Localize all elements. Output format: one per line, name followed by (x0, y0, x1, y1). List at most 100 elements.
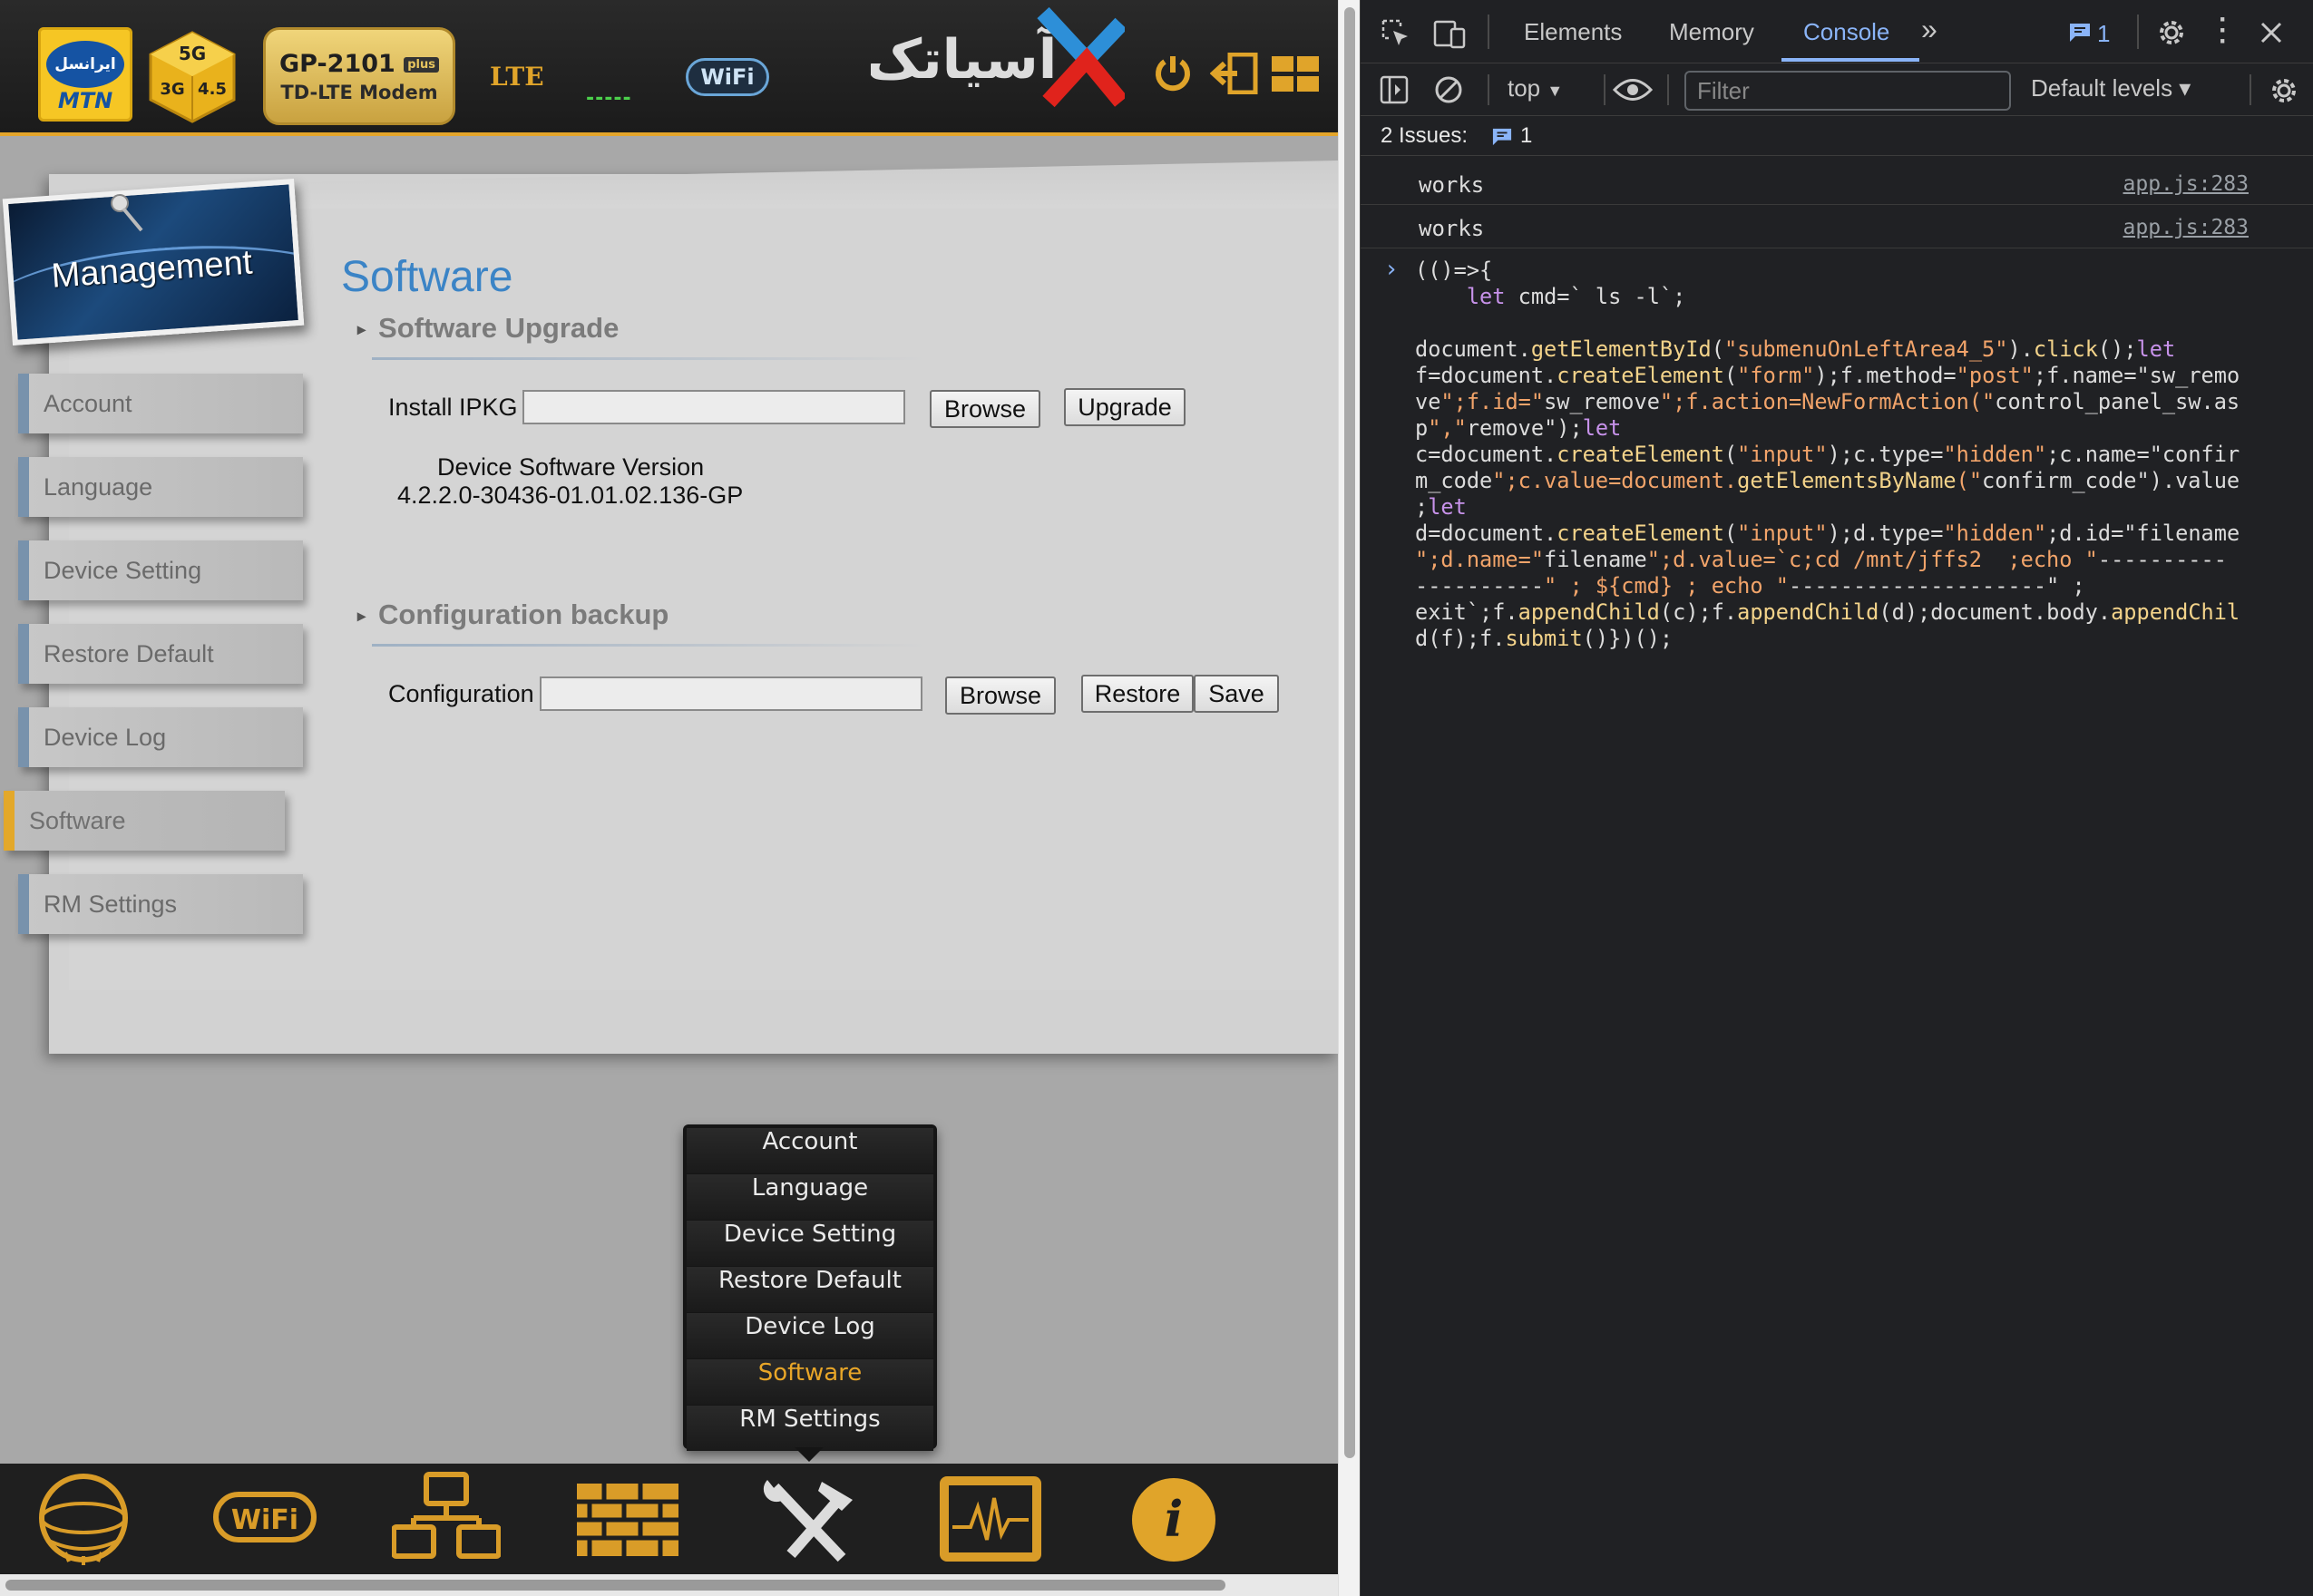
ipkg-browse-button[interactable]: Browse (930, 390, 1040, 428)
configuration-label: Configuration (388, 680, 534, 707)
submenu-item-rm-settings[interactable]: RM Settings (687, 1406, 933, 1451)
management-submenu: Account Language Device Setting Restore … (683, 1124, 937, 1451)
sidebar-item-device-setting[interactable]: Device Setting (18, 540, 303, 600)
horizontal-scroll-thumb[interactable] (5, 1580, 1225, 1591)
console-filter-input[interactable]: Filter (1684, 71, 2011, 111)
more-tabs-button[interactable]: » (1921, 13, 1937, 46)
issues-badge-count[interactable]: 1 (2097, 20, 2110, 48)
info-icon[interactable]: i (1117, 1471, 1226, 1567)
device-toolbar-icon[interactable] (1433, 18, 1466, 49)
configuration-backup-title: Configuration backup (378, 598, 669, 630)
log-source-link[interactable]: app.js:283 (2123, 172, 2249, 196)
log-message: works (1419, 172, 1485, 198)
code-line: p","remove");let (1415, 415, 1622, 441)
submenu-item-software[interactable]: Software (687, 1359, 933, 1405)
settings-gear-icon[interactable] (2155, 16, 2188, 49)
model-name: GP-2101 (279, 50, 395, 78)
log-source-link[interactable]: app.js:283 (2123, 216, 2249, 239)
upgrade-button[interactable]: Upgrade (1064, 388, 1186, 426)
svg-text:3G: 3G (160, 80, 184, 99)
submenu-pointer (795, 1447, 824, 1462)
tab-memory[interactable]: Memory (1669, 18, 1754, 46)
devtools-tab-bar: Elements Memory Console » 1 · · · (1361, 0, 2313, 63)
console-settings-gear-icon[interactable] (2268, 74, 2300, 107)
wifi-status-icon[interactable]: WiFi (686, 58, 769, 96)
code-line: ;let (1415, 494, 1467, 520)
wifi-icon[interactable]: WiFi (210, 1471, 319, 1567)
top-bar: ایرانسل MTN 5G 3G 4.5 GP-2101 plus TD-LT… (0, 0, 1338, 136)
console-toolbar: top ▼ Filter Default levels ▾ (1361, 63, 2313, 116)
sidebar-item-software[interactable]: Software (4, 791, 285, 851)
log-levels-dropdown[interactable]: Default levels ▾ (2031, 74, 2191, 102)
horizontal-scrollbar[interactable] (0, 1574, 1338, 1596)
console-code-input[interactable]: (()=>{ let cmd=` ls -l`; document.getEle… (1415, 258, 2286, 652)
5g-cube-logo: 5G 3G 4.5 (149, 31, 236, 123)
sidebar-item-device-log[interactable]: Device Log (18, 707, 303, 767)
code-line: d=document.createElement("input");d.type… (1415, 521, 2240, 546)
active-tab-indicator (1781, 58, 1919, 62)
context-selector-value: top (1508, 74, 1541, 102)
vertical-scrollbar[interactable] (1338, 0, 1360, 1596)
sidebar-item-rm-settings[interactable]: RM Settings (18, 874, 303, 934)
tab-elements[interactable]: Elements (1524, 18, 1622, 46)
devtools-panel: Elements Memory Console » 1 ··· top ▼ (1360, 0, 2313, 1596)
power-icon[interactable] (1152, 53, 1194, 94)
code-line: document.getElementById("submenuOnLeftAr… (1415, 336, 2176, 362)
live-expression-eye-icon[interactable] (1613, 74, 1653, 105)
inspect-element-icon[interactable] (1381, 18, 1411, 49)
clear-console-icon[interactable] (1433, 74, 1464, 105)
context-selector[interactable]: top ▼ (1508, 74, 1563, 102)
vertical-scroll-thumb[interactable] (1344, 7, 1355, 1458)
software-upgrade-heading: ▸ Software Upgrade (357, 312, 619, 345)
dock-wifi-text: WiFi (231, 1504, 298, 1536)
globe-icon[interactable] (29, 1471, 138, 1567)
logout-icon[interactable] (1210, 53, 1259, 94)
submenu-item-restore-default[interactable]: Restore Default (687, 1267, 933, 1312)
submenu-item-device-log[interactable]: Device Log (687, 1313, 933, 1358)
sidebar-toggle-icon[interactable] (1379, 74, 1410, 105)
save-button[interactable]: Save (1194, 675, 1279, 713)
submenu-item-account[interactable]: Account (687, 1128, 933, 1173)
submenu-item-device-setting[interactable]: Device Setting (687, 1221, 933, 1266)
toolbar-divider (2137, 15, 2139, 49)
toolbar-divider (1488, 15, 1489, 49)
tools-icon[interactable] (755, 1471, 864, 1567)
code-line: ve";f.id="sw_remove";f.action=NewFormAct… (1415, 389, 2240, 414)
configuration-file-field[interactable] (540, 676, 922, 711)
console-log-row: works app.js:283 (1361, 163, 2313, 205)
mtn-text: MTN (57, 88, 113, 113)
log-message: works (1419, 216, 1485, 241)
sidebar-item-language[interactable]: Language (18, 457, 303, 517)
sidebar-item-restore-default[interactable]: Restore Default (18, 624, 303, 684)
issues-bar[interactable]: 2 Issues: 1 (1361, 116, 2313, 156)
restore-button[interactable]: Restore (1081, 675, 1194, 713)
network-icon[interactable] (392, 1471, 501, 1567)
toolbar-divider (1488, 74, 1489, 105)
monitor-icon[interactable] (936, 1471, 1045, 1567)
close-icon[interactable] (2259, 20, 2284, 45)
install-ipkg-label: Install IPKG (388, 394, 518, 421)
brand-text: آسیاتک (871, 25, 1059, 92)
firewall-icon[interactable] (573, 1471, 682, 1567)
pin-icon (111, 194, 143, 232)
section-divider (372, 357, 927, 360)
kebab-menu-icon[interactable]: · · · (2219, 6, 2228, 55)
chevron-down-icon: ▼ (1547, 82, 1564, 100)
issues-count: 1 (1520, 123, 1533, 148)
page-title: Software (341, 253, 513, 301)
mtn-logo: ایرانسل MTN (38, 27, 132, 122)
issues-badge-icon[interactable] (2068, 22, 2092, 44)
svg-text:5G: 5G (179, 43, 206, 64)
install-ipkg-field[interactable] (522, 390, 905, 424)
code-line: (()=>{ (1415, 258, 1493, 283)
software-version-value: 4.2.2.0-30436-01.01.02.136-GP (397, 482, 744, 509)
config-browse-button[interactable]: Browse (945, 676, 1056, 715)
submenu-item-language[interactable]: Language (687, 1174, 933, 1220)
grid-icon[interactable] (1272, 56, 1319, 92)
code-line: d(f);f.submit()})(); (1415, 626, 1674, 651)
tab-console[interactable]: Console (1803, 18, 1889, 46)
signal-indicator: ----- (586, 87, 632, 110)
software-upgrade-title: Software Upgrade (378, 312, 620, 344)
sidebar-item-account[interactable]: Account (18, 374, 303, 433)
